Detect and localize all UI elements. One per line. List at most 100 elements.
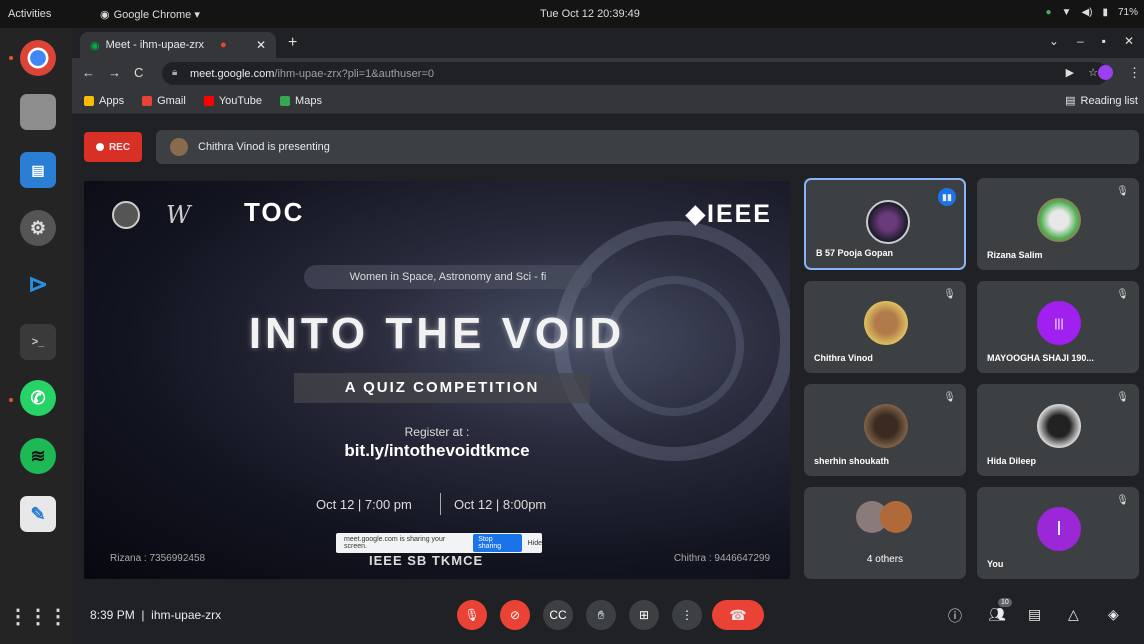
participant-name: sherhin shoukath bbox=[814, 456, 890, 466]
back-icon[interactable]: ← bbox=[82, 65, 95, 80]
bookmark-youtube[interactable]: YouTube bbox=[203, 95, 262, 107]
url-path: /ihm-upae-zrx?pli=1&authuser=0 bbox=[274, 67, 434, 80]
captions-button[interactable]: CC bbox=[543, 600, 573, 630]
participant-avatar bbox=[880, 501, 912, 533]
minimize-icon[interactable]: – bbox=[1077, 34, 1084, 48]
system-clock[interactable]: Tue Oct 12 20:39:49 bbox=[540, 8, 640, 20]
participant-name: MAYOOGHA SHAJI 190... bbox=[987, 353, 1094, 363]
close-tab-icon[interactable]: ✕ bbox=[256, 38, 266, 52]
meet-stage: REC Chithra Vinod is presenting W TOC ◆I… bbox=[72, 114, 1144, 644]
meeting-details-icon[interactable]: ⓘ bbox=[948, 606, 962, 626]
tab-meet[interactable]: ◉ Meet - ihm-upae-zrx ● ✕ bbox=[80, 32, 276, 58]
recording-indicator[interactable]: REC bbox=[84, 132, 142, 162]
leave-call-button[interactable]: ☎︎ bbox=[712, 600, 764, 630]
hand-icon: ✋︎ bbox=[597, 607, 605, 622]
participant-tile[interactable]: ▮▮ B 57 Pooja Gopan bbox=[804, 178, 966, 270]
forward-icon[interactable]: → bbox=[108, 65, 121, 80]
presenter-avatar bbox=[170, 138, 188, 156]
participant-avatar: ||| bbox=[1037, 301, 1081, 345]
participant-tile[interactable]: 🎙︎ Rizana Salim bbox=[977, 178, 1139, 270]
tab-strip: ◉ Meet - ihm-upae-zrx ● ✕ + ⌄ – ▪ ✕ bbox=[72, 28, 1144, 58]
contact-left: Rizana : 7356992458 bbox=[110, 553, 206, 564]
settings-icon[interactable]: ⚙ bbox=[20, 210, 56, 246]
slide-subtitle: Women in Space, Astronomy and Sci - fi bbox=[304, 265, 592, 289]
address-bar[interactable]: 🔒︎ meet.google.com/ihm-upae-zrx?pli=1&au… bbox=[162, 62, 1108, 85]
participant-tile[interactable]: 🎙︎ Hida Dileep bbox=[977, 384, 1139, 476]
maximize-icon[interactable]: ▪ bbox=[1102, 34, 1106, 48]
slide-quiz-banner: A QUIZ COMPETITION bbox=[294, 373, 590, 403]
maps-icon bbox=[280, 95, 291, 106]
host-controls-icon[interactable]: ◈ bbox=[1108, 606, 1119, 623]
ieee-text: IEEE bbox=[707, 200, 772, 228]
wie-logo: W bbox=[166, 201, 191, 229]
reading-list-button[interactable]: ▤ Reading list bbox=[1065, 94, 1138, 108]
close-window-icon[interactable]: ✕ bbox=[1124, 34, 1134, 48]
participant-name: You bbox=[987, 559, 1004, 569]
present-button[interactable]: ⊞ bbox=[629, 600, 659, 630]
tab-search-icon[interactable]: ⌄ bbox=[1049, 34, 1059, 48]
camera-icon[interactable]: ▶ bbox=[1066, 66, 1074, 79]
hide-share-button[interactable]: Hide bbox=[528, 540, 542, 547]
participant-tile-self[interactable]: I 🎙︎ You bbox=[977, 487, 1139, 579]
mic-off-icon: 🎙︎ bbox=[1116, 186, 1129, 197]
lock-icon[interactable]: 🔒︎ bbox=[172, 67, 177, 78]
participant-avatar bbox=[864, 301, 908, 345]
people-icon[interactable]: 👥︎ bbox=[988, 606, 1006, 623]
whatsapp-icon[interactable]: ✆ bbox=[20, 380, 56, 416]
chat-icon[interactable]: ▤ bbox=[1028, 606, 1041, 623]
register-label: Register at : bbox=[404, 425, 470, 439]
window-controls: ⌄ – ▪ ✕ bbox=[1049, 34, 1134, 48]
network-icon: ● bbox=[1045, 7, 1052, 18]
gmail-icon bbox=[142, 95, 153, 106]
participant-name: B 57 Pooja Gopan bbox=[816, 248, 894, 258]
participant-avatar bbox=[1037, 404, 1081, 448]
participant-tile[interactable]: 🎙︎ Chithra Vinod bbox=[804, 281, 966, 373]
bookmark-apps[interactable]: Apps bbox=[84, 95, 124, 107]
dock: ▤ ⚙ ⊳ >_ ✆ ≋ ✎ ⋮⋮⋮ bbox=[0, 28, 72, 644]
meeting-info[interactable]: 8:39 PM | ihm-upae-zrx bbox=[90, 608, 221, 622]
raise-hand-button[interactable]: ✋︎ bbox=[586, 600, 616, 630]
reload-icon[interactable]: C bbox=[134, 65, 143, 80]
more-options-button[interactable]: ⋮ bbox=[672, 600, 702, 630]
new-tab-button[interactable]: + bbox=[288, 34, 297, 52]
vscode-icon[interactable]: ⊳ bbox=[20, 266, 56, 302]
participant-tile[interactable]: ||| 🎙︎ MAYOOGHA SHAJI 190... bbox=[977, 281, 1139, 373]
bookmark-label: Maps bbox=[295, 94, 322, 107]
stop-sharing-button[interactable]: Stop sharing bbox=[473, 534, 522, 552]
participant-tile-others[interactable]: 4 others bbox=[804, 487, 966, 579]
reading-list-label: Reading list bbox=[1080, 94, 1138, 107]
system-tray[interactable]: ● ▼ ◀) ▮ 71% bbox=[1045, 7, 1138, 18]
profile-avatar[interactable] bbox=[1098, 65, 1113, 85]
participant-avatar bbox=[1037, 198, 1081, 242]
address-bar-actions: ▶ ☆ bbox=[1066, 66, 1098, 79]
chrome-icon[interactable] bbox=[20, 40, 56, 76]
meet-favicon-icon: ◉ bbox=[90, 39, 100, 52]
activities-icon[interactable]: △ bbox=[1068, 606, 1079, 623]
mic-off-button[interactable]: 🎙︎ bbox=[457, 600, 487, 630]
text-editor-icon[interactable]: ✎ bbox=[20, 496, 56, 532]
more-vert-icon: ⋮ bbox=[681, 608, 693, 622]
terminal-icon[interactable]: >_ bbox=[20, 324, 56, 360]
bookmark-gmail[interactable]: Gmail bbox=[142, 95, 186, 107]
screen-share-bar: meet.google.com is sharing your screen. … bbox=[336, 533, 542, 553]
toc-logo: TOC bbox=[244, 197, 305, 227]
chrome-menu-icon[interactable]: ⋮ bbox=[1128, 65, 1141, 81]
app-grid-icon[interactable]: ⋮⋮⋮ bbox=[8, 598, 68, 634]
files-icon[interactable] bbox=[20, 94, 56, 130]
reading-list-icon: ▤ bbox=[1065, 95, 1076, 107]
spotify-icon[interactable]: ≋ bbox=[20, 438, 56, 474]
camera-off-button[interactable]: ⊘ bbox=[500, 600, 530, 630]
bookmark-label: Gmail bbox=[157, 94, 186, 107]
phone-hangup-icon: ☎︎ bbox=[729, 606, 747, 623]
record-dot-icon bbox=[95, 143, 104, 151]
bookmark-star-icon[interactable]: ☆ bbox=[1088, 66, 1098, 79]
bookmark-maps[interactable]: Maps bbox=[280, 95, 322, 107]
toolbar: ← → C 🔒︎ meet.google.com/ihm-upae-zrx?pl… bbox=[72, 58, 1144, 88]
libreoffice-writer-icon[interactable]: ▤ bbox=[20, 152, 56, 188]
app-menu[interactable]: ◉ Google Chrome ▾ bbox=[100, 8, 200, 21]
activities-button[interactable]: Activities bbox=[8, 8, 51, 20]
contact-right: Chithra : 9446647299 bbox=[673, 553, 770, 564]
participant-tile[interactable]: 🎙︎ sherhin shoukath bbox=[804, 384, 966, 476]
slide-title: INTO THE VOID bbox=[248, 309, 626, 358]
chrome-small-icon: ◉ bbox=[100, 9, 110, 21]
